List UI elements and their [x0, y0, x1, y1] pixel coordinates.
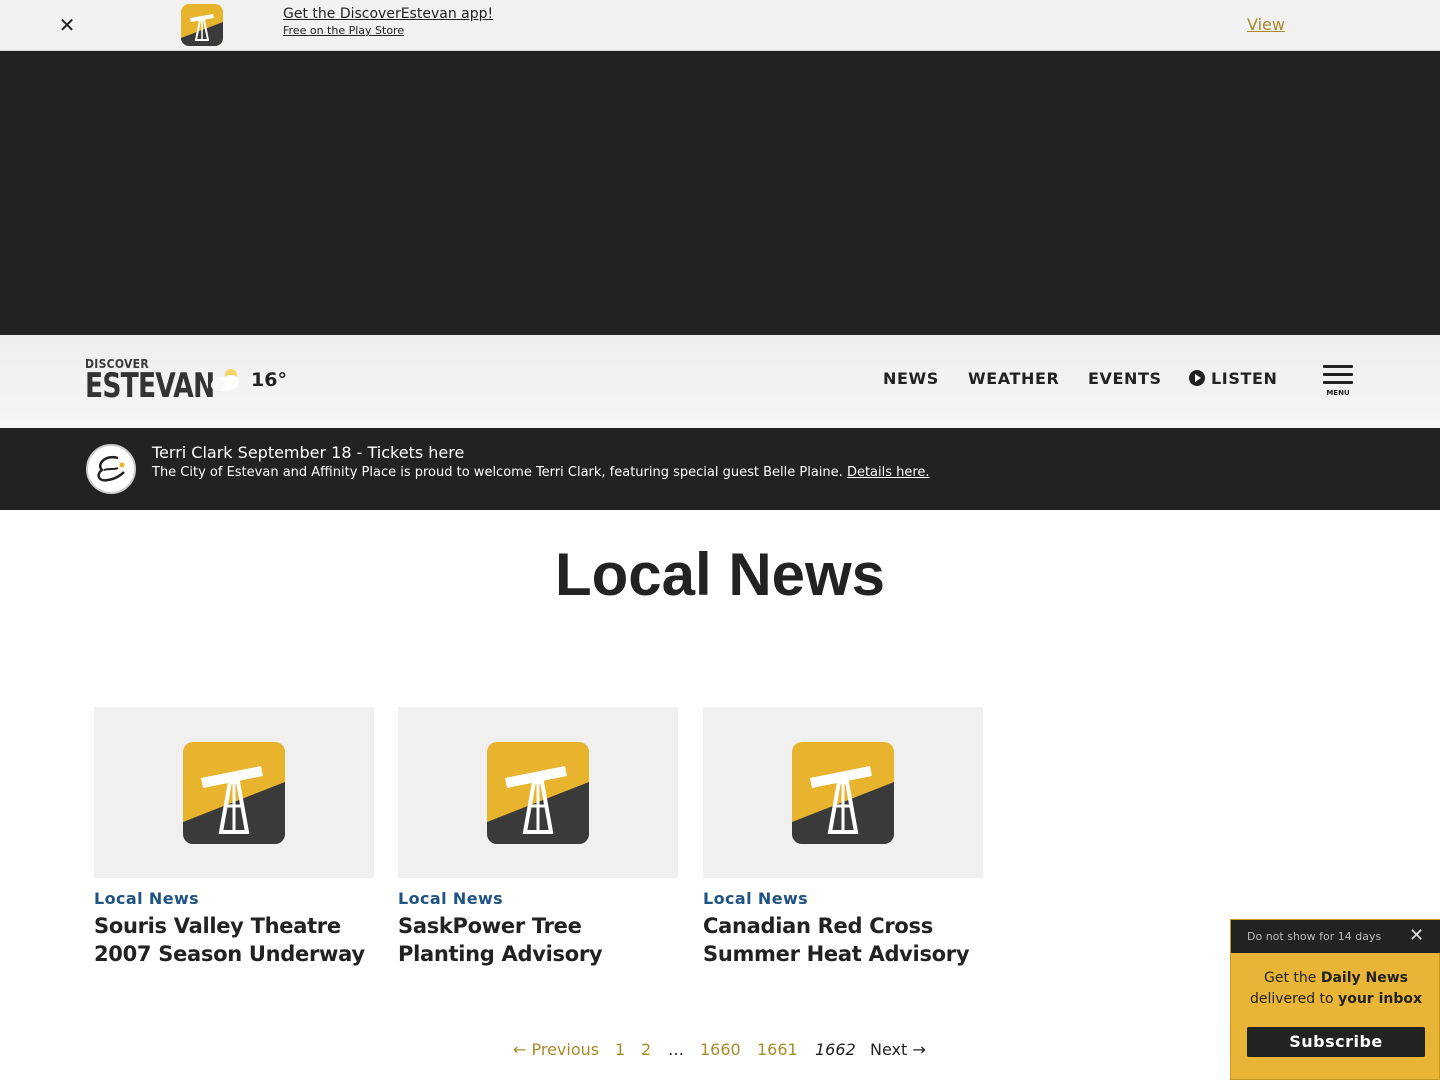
- article-thumbnail[interactable]: [398, 707, 678, 878]
- page-link[interactable]: 1: [615, 1040, 625, 1059]
- alert-title[interactable]: Terri Clark September 18 - Tickets here: [152, 443, 464, 462]
- article-title[interactable]: SaskPower Tree Planting Advisory: [398, 912, 678, 968]
- next-page-link[interactable]: Next →: [870, 1040, 926, 1059]
- city-logo: [86, 444, 136, 494]
- popup-text-inbox: your inbox: [1338, 991, 1423, 1007]
- app-icon: [181, 4, 223, 46]
- hamburger-icon: [1323, 365, 1353, 368]
- close-icon[interactable]: ✕: [56, 14, 78, 36]
- article-card[interactable]: Local News Souris Valley Theatre 2007 Se…: [94, 707, 374, 968]
- subscribe-button[interactable]: Subscribe: [1247, 1027, 1425, 1057]
- app-banner-title[interactable]: Get the DiscoverEstevan app!: [283, 6, 493, 22]
- oil-derrick-logo-icon: [183, 742, 285, 844]
- temperature[interactable]: 16°: [251, 369, 287, 391]
- nav-listen[interactable]: LISTEN: [1189, 369, 1278, 388]
- article-card[interactable]: Local News Canadian Red Cross Summer Hea…: [703, 707, 983, 968]
- article-category[interactable]: Local News: [398, 889, 678, 908]
- oil-derrick-logo-icon: [487, 742, 589, 844]
- page-link[interactable]: 2: [641, 1040, 651, 1059]
- article-thumbnail[interactable]: [94, 707, 374, 878]
- app-banner-subtitle[interactable]: Free on the Play Store: [283, 24, 493, 37]
- nav-news[interactable]: NEWS: [883, 369, 939, 388]
- popup-text-mid: delivered to: [1249, 991, 1339, 1007]
- menu-button[interactable]: MENU: [1322, 364, 1354, 398]
- popup-header: Do not show for 14 days ✕: [1231, 920, 1440, 953]
- ad-slot: [0, 51, 1440, 335]
- page-link[interactable]: 1660: [700, 1040, 741, 1059]
- pagination: ← Previous 1 2 … 1660 1661 1662 Next →: [0, 1040, 1440, 1064]
- article-category[interactable]: Local News: [703, 889, 983, 908]
- logo-big-text: ESTEVAN: [85, 366, 215, 406]
- nav-events[interactable]: EVENTS: [1088, 369, 1162, 388]
- partly-cloudy-icon: [209, 366, 243, 394]
- close-icon[interactable]: ✕: [1409, 927, 1424, 945]
- article-category[interactable]: Local News: [94, 889, 374, 908]
- popup-message: Get the Daily News delivered to your inb…: [1231, 968, 1440, 1010]
- article-thumbnail[interactable]: [703, 707, 983, 878]
- article-title[interactable]: Canadian Red Cross Summer Heat Advisory: [703, 912, 983, 968]
- current-page: 1662: [815, 1040, 856, 1059]
- dismiss-14-days-link[interactable]: Do not show for 14 days: [1247, 930, 1381, 943]
- app-install-banner: ✕ Get the DiscoverEstevan app! Free on t…: [0, 0, 1440, 51]
- alert-body: The City of Estevan and Affinity Place i…: [152, 465, 930, 480]
- article-title[interactable]: Souris Valley Theatre 2007 Season Underw…: [94, 912, 374, 968]
- popup-text-daily-news: Daily News: [1320, 970, 1408, 986]
- menu-label: MENU: [1326, 389, 1350, 397]
- page-link[interactable]: 1661: [757, 1040, 798, 1059]
- oil-derrick-logo-icon: [792, 742, 894, 844]
- pagination-ellipsis: …: [668, 1040, 684, 1059]
- alert-body-text: The City of Estevan and Affinity Place i…: [152, 465, 843, 480]
- nav-listen-label: LISTEN: [1211, 369, 1278, 388]
- page-title: Local News: [554, 541, 886, 608]
- play-icon: [1189, 370, 1205, 386]
- alert-details-link[interactable]: Details here.: [847, 465, 930, 480]
- article-card[interactable]: Local News SaskPower Tree Planting Advis…: [398, 707, 678, 968]
- view-app-link[interactable]: View: [1247, 15, 1285, 34]
- nav-weather[interactable]: WEATHER: [968, 369, 1059, 388]
- site-logo[interactable]: DISCOVER ESTEVAN: [85, 357, 215, 405]
- newsletter-popup: Do not show for 14 days ✕ Get the Daily …: [1230, 919, 1440, 1080]
- popup-text-prefix: Get the: [1264, 970, 1321, 986]
- previous-page-link[interactable]: ← Previous: [513, 1040, 599, 1059]
